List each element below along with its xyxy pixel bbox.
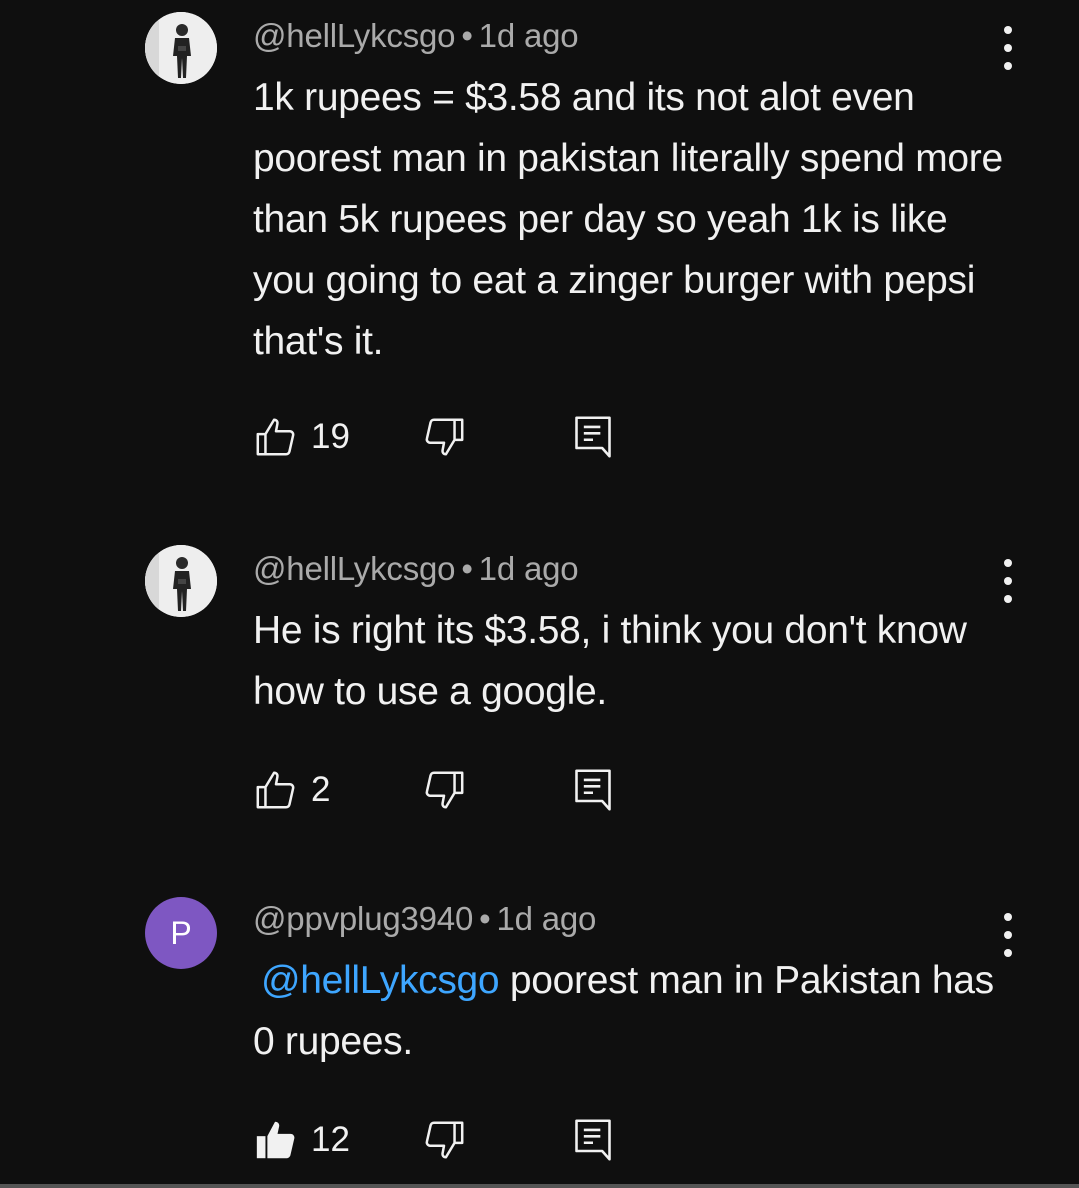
avatar[interactable]: P	[145, 897, 217, 969]
mention-link[interactable]: @hellLykcsgo	[261, 959, 500, 1002]
avatar[interactable]	[145, 12, 217, 84]
thumbs-up-icon	[256, 418, 295, 456]
comment-text: He is right its $3.58, i think you don't…	[253, 600, 1013, 722]
like-button[interactable]: 2	[253, 765, 330, 815]
comment-time[interactable]: 1d ago	[479, 550, 579, 587]
separator-dot: •	[479, 900, 491, 937]
comment-actions: 2	[253, 765, 653, 815]
like-button[interactable]: 12	[253, 1115, 350, 1165]
like-count: 2	[311, 770, 331, 809]
comment-header: @ppvplug3940 • 1d ago	[253, 900, 596, 938]
reply-comment-icon	[575, 416, 611, 458]
author-name[interactable]: @hellLykcsgo	[253, 550, 456, 587]
user-photo-icon	[145, 545, 217, 617]
separator-dot: •	[461, 550, 473, 587]
thumbs-up-filled-icon	[256, 1121, 295, 1159]
separator-dot: •	[461, 17, 473, 54]
reply-comment-icon	[575, 1119, 611, 1161]
thumbs-down-icon	[425, 1121, 464, 1159]
reply-button[interactable]	[571, 765, 615, 815]
comment-text-content: 1k rupees = $3.58 and its not alot even …	[253, 76, 1003, 363]
like-count: 12	[311, 1120, 350, 1159]
comment-time[interactable]: 1d ago	[496, 900, 596, 937]
thumbs-up-icon	[256, 771, 295, 809]
user-photo-icon	[145, 12, 217, 84]
like-count: 19	[311, 417, 350, 456]
more-vertical-icon[interactable]	[990, 26, 1026, 70]
dislike-button[interactable]	[421, 1115, 467, 1165]
thumbs-down-icon	[425, 418, 464, 456]
comment-header: @hellLykcsgo • 1d ago	[253, 17, 579, 55]
avatar[interactable]	[145, 545, 217, 617]
like-button[interactable]: 19	[253, 412, 350, 462]
more-vertical-icon[interactable]	[990, 559, 1026, 603]
dislike-button[interactable]	[421, 412, 467, 462]
more-vertical-icon[interactable]	[990, 913, 1026, 957]
reply-comment-icon	[575, 769, 611, 811]
comment-header: @hellLykcsgo • 1d ago	[253, 550, 579, 588]
author-name[interactable]: @ppvplug3940	[253, 900, 473, 937]
reply-button[interactable]	[571, 1115, 615, 1165]
avatar-letter: P	[170, 914, 192, 951]
comment-actions: 19	[253, 412, 653, 462]
thumbs-down-icon	[425, 771, 464, 809]
dislike-button[interactable]	[421, 765, 467, 815]
comment-actions: 12	[253, 1115, 653, 1165]
comment-text: @hellLykcsgo poorest man in Pakistan has…	[253, 950, 1013, 1072]
author-name[interactable]: @hellLykcsgo	[253, 17, 456, 54]
comment-text: 1k rupees = $3.58 and its not alot even …	[253, 67, 1013, 372]
reply-button[interactable]	[571, 412, 615, 462]
comment-text-content: He is right its $3.58, i think you don't…	[253, 609, 967, 713]
bottom-divider	[0, 1184, 1079, 1188]
comment-time[interactable]: 1d ago	[479, 17, 579, 54]
